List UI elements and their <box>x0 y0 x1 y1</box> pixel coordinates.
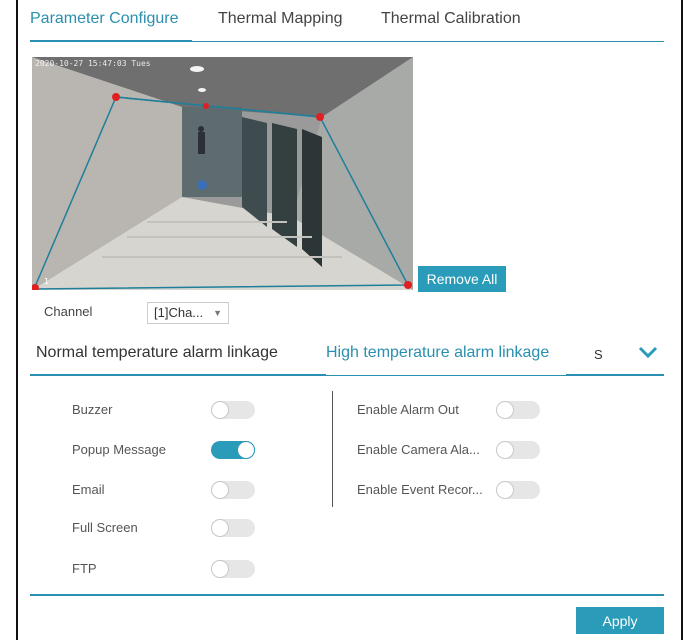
footer-divider <box>30 594 664 596</box>
camera-preview[interactable]: 2020-10-27 15:47:03 Tues 1 <box>32 57 413 290</box>
enable-event-record-toggle[interactable] <box>496 481 540 499</box>
toggle-knob <box>496 481 514 499</box>
popup-message-toggle[interactable] <box>211 441 255 459</box>
full-screen-toggle[interactable] <box>211 519 255 537</box>
email-toggle[interactable] <box>211 481 255 499</box>
dropdown-caret-icon: ▼ <box>213 308 222 318</box>
tab-normal-temperature-linkage[interactable]: Normal temperature alarm linkage <box>36 344 278 362</box>
chevron-down-icon[interactable] <box>637 344 659 360</box>
toggle-knob <box>211 519 229 537</box>
email-label: Email <box>72 482 105 497</box>
buzzer-label: Buzzer <box>72 402 113 417</box>
toggle-knob <box>237 441 255 459</box>
active-tab-indicator <box>30 40 192 42</box>
popup-message-label: Popup Message <box>72 442 166 457</box>
osd-timestamp: 2020-10-27 15:47:03 Tues <box>35 59 151 68</box>
enable-alarm-out-label: Enable Alarm Out <box>357 402 459 417</box>
corridor-scene <box>32 57 413 290</box>
full-screen-label: Full Screen <box>72 520 138 535</box>
enable-event-record-label: Enable Event Recor... <box>357 482 483 497</box>
column-divider <box>332 391 333 507</box>
tab-thermal-calibration[interactable]: Thermal Calibration <box>381 10 521 28</box>
enable-camera-alarm-toggle[interactable] <box>496 441 540 459</box>
tab-high-temperature-linkage[interactable]: High temperature alarm linkage <box>326 344 549 362</box>
ftp-toggle[interactable] <box>211 560 255 578</box>
toggle-knob <box>496 441 514 459</box>
channel-label: Channel <box>44 304 93 319</box>
remove-all-button[interactable]: Remove All <box>418 266 506 292</box>
active-linkage-tab-gap <box>326 374 566 375</box>
toggle-knob <box>211 401 229 419</box>
apply-button[interactable]: Apply <box>576 607 664 634</box>
ftp-label: FTP <box>72 561 97 576</box>
channel-select[interactable]: [1]Cha... ▼ <box>147 302 229 324</box>
channel-select-value: [1]Cha... <box>154 305 204 320</box>
tab-overflow-partial[interactable]: S <box>594 347 603 362</box>
buzzer-toggle[interactable] <box>211 401 255 419</box>
toggle-knob <box>211 560 229 578</box>
tab-parameter-configure[interactable]: Parameter Configure <box>30 10 179 28</box>
osd-channel-number: 1 <box>44 277 49 286</box>
tab-thermal-mapping[interactable]: Thermal Mapping <box>218 10 343 28</box>
enable-camera-alarm-label: Enable Camera Ala... <box>357 442 480 457</box>
enable-alarm-out-toggle[interactable] <box>496 401 540 419</box>
toggle-knob <box>211 481 229 499</box>
toggle-knob <box>496 401 514 419</box>
